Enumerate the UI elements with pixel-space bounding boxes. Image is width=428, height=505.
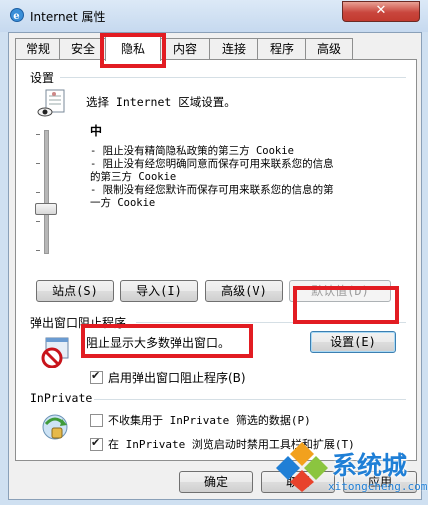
settings-intro-text: 选择 Internet 区域设置。 — [86, 95, 236, 109]
privacy-level-label: 中 — [90, 124, 103, 138]
tab-programs[interactable]: 程序 — [257, 38, 307, 59]
sites-button[interactable]: 站点(S) — [36, 280, 114, 302]
privacy-document-icon — [37, 89, 65, 117]
tab-general[interactable]: 常规 — [15, 38, 61, 59]
import-button[interactable]: 导入(I) — [120, 280, 198, 302]
dialog-client: 常规 安全 隐私 内容 连接 程序 高级 设置 选择 Internet 区域设置… — [8, 32, 422, 500]
inprivate-group-divider — [94, 399, 406, 400]
tab-content[interactable]: 内容 — [159, 38, 211, 59]
watermark: 系统城 xitongcheng.com — [274, 432, 428, 502]
highlight-popup-settings-button — [293, 286, 399, 324]
disable-toolbars-inprivate-checkbox[interactable] — [90, 436, 103, 451]
slider-tick — [36, 250, 40, 251]
slider-tick — [36, 163, 40, 164]
popup-settings-button[interactable]: 设置(E) — [310, 331, 396, 353]
slider-tick — [36, 221, 40, 222]
settings-group-label: 设置 — [30, 71, 55, 85]
close-icon: ✕ — [375, 3, 387, 18]
no-collect-inprivate-checkbox[interactable] — [90, 414, 103, 427]
internet-explorer-icon: e — [10, 8, 24, 22]
privacy-level-description: - 阻止没有精简隐私政策的第三方 Cookie - 阻止没有经您明确同意而保存可… — [90, 145, 334, 209]
privacy-slider-track[interactable] — [44, 130, 49, 254]
window-title: Internet 属性 — [30, 10, 106, 24]
inprivate-icon — [42, 414, 68, 440]
window-titlebar[interactable]: e Internet 属性 ✕ — [0, 0, 428, 32]
svg-text:e: e — [13, 11, 19, 22]
no-collect-inprivate-label[interactable]: 不收集用于 InPrivate 筛选的数据(P) — [108, 412, 311, 428]
tab-connections[interactable]: 连接 — [209, 38, 259, 59]
enable-popup-blocker-checkbox[interactable] — [90, 369, 103, 384]
highlight-popup-checkbox — [81, 324, 253, 358]
privacy-slider-thumb[interactable] — [35, 203, 57, 215]
privacy-tab-panel: 设置 选择 Internet 区域设置。 中 - 阻止没有精简隐私政策的第三方 … — [15, 59, 417, 461]
slider-tick — [36, 134, 40, 135]
advanced-button[interactable]: 高级(V) — [205, 280, 283, 302]
highlight-privacy-tab — [100, 33, 166, 68]
ok-button[interactable]: 确定 — [179, 471, 253, 493]
watermark-url: xitongcheng.com — [328, 480, 428, 493]
watermark-brand: 系统城 — [332, 451, 408, 480]
settings-group-divider — [60, 77, 406, 78]
windows-logo-icon — [276, 442, 328, 492]
close-button[interactable]: ✕ — [342, 1, 420, 22]
enable-popup-blocker-label[interactable]: 启用弹出窗口阻止程序(B) — [108, 369, 246, 386]
inprivate-group-label: InPrivate — [30, 391, 93, 405]
tab-advanced[interactable]: 高级 — [305, 38, 353, 59]
slider-tick — [36, 192, 40, 193]
popup-blocker-icon — [41, 337, 69, 368]
